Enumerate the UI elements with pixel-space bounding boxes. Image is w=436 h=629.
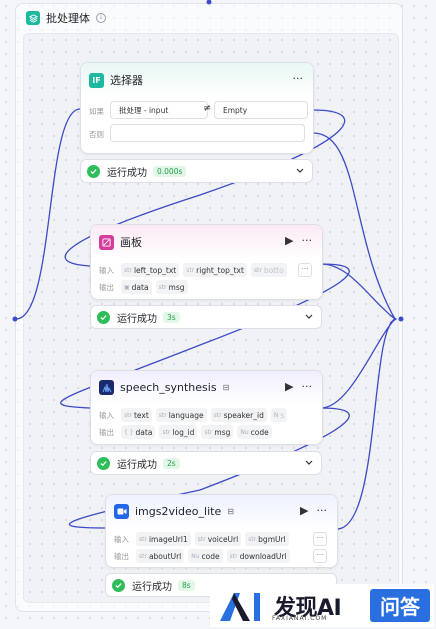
input-label: 输入 <box>99 265 114 275</box>
chevron-down-icon[interactable] <box>295 165 305 175</box>
status-text: 运行成功 <box>132 581 172 593</box>
video-camera-icon <box>114 504 129 519</box>
status-time: 3s <box>163 311 180 323</box>
input-param: Ns <box>270 408 288 422</box>
output-param: { } data <box>121 425 156 439</box>
output-param: str downloadUrl <box>226 549 290 563</box>
status-text: 运行成功 <box>117 313 157 325</box>
edge-speech-to-end <box>320 318 396 409</box>
success-check-icon <box>112 578 125 592</box>
status-time: 0.000s <box>153 165 187 177</box>
play-icon[interactable]: ▶ <box>285 380 293 393</box>
imgs2video-node[interactable]: imgs2video_lite ⊟ ▶ ··· 输入 str imageUrl1 … <box>105 494 338 568</box>
output-param: str log_id <box>159 425 198 439</box>
canvas-icon <box>99 234 114 250</box>
success-check-icon <box>97 456 110 470</box>
success-check-icon <box>97 310 110 324</box>
status-time: 8s <box>178 579 195 591</box>
right-operand-field[interactable]: Empty <box>214 101 308 119</box>
condition-status-bar[interactable]: 运行成功 0.000s <box>80 159 313 183</box>
left-operand-value: 批处理 - input <box>119 105 169 115</box>
image-icon: ▣ <box>124 283 130 291</box>
speech-synthesis-node[interactable]: speech_synthesis ⊟ ▶ ··· 输入 str text str l… <box>90 370 323 445</box>
input-param: str text <box>121 408 152 422</box>
output-label: 输出 <box>99 282 114 292</box>
output-label: 输出 <box>114 551 129 561</box>
waveform-icon <box>99 380 114 395</box>
operator-not-equal[interactable]: ≠ <box>203 103 211 114</box>
edge-start-to-condition <box>15 108 81 320</box>
more-icon[interactable]: ··· <box>302 234 313 247</box>
node-title: 选择器 <box>110 74 143 87</box>
if-icon: IF <box>89 72 104 88</box>
more-icon[interactable]: ··· <box>302 380 313 393</box>
output-param: str msg <box>201 425 234 439</box>
watermark-logo: 发现AI FAXIANAI.COM 问答 <box>210 584 434 627</box>
status-time: 2s <box>163 457 180 469</box>
edge-video-to-end <box>336 318 396 530</box>
input-param: str speaker_id <box>210 408 267 422</box>
play-icon[interactable]: ▶ <box>300 504 308 517</box>
success-check-icon <box>87 164 100 178</box>
brand-logo-icon <box>220 592 260 621</box>
output-param: str msg <box>155 280 188 294</box>
if-label: 如果 <box>89 107 104 116</box>
output-param: str aboutUrl <box>136 549 185 563</box>
canvas-node[interactable]: 画板 ▶ ··· 输入 str left_top_txt str right_top… <box>90 224 323 300</box>
input-param: str bgmUrl <box>245 532 289 546</box>
more-icon[interactable]: ··· <box>317 504 328 517</box>
more-params-button[interactable]: ··· <box>298 263 312 277</box>
right-operand-value: Empty <box>223 105 248 115</box>
output-label: 输出 <box>99 427 114 437</box>
speech-status-bar[interactable]: 运行成功 2s <box>90 451 322 475</box>
more-params-button[interactable]: ··· <box>313 549 327 563</box>
status-text: 运行成功 <box>117 459 157 471</box>
output-param: ▣ data <box>121 280 152 294</box>
edge-canvas-to-end <box>320 263 396 320</box>
input-param: str botto <box>250 263 287 277</box>
status-text: 运行成功 <box>107 167 147 179</box>
input-param: str voiceUrl <box>194 532 242 546</box>
left-operand-field[interactable]: 批处理 - input <box>110 101 208 119</box>
more-icon[interactable]: ··· <box>293 72 304 85</box>
plugin-icon: ⊟ <box>222 383 230 392</box>
else-field[interactable] <box>110 124 305 142</box>
else-label: 否则 <box>89 130 104 139</box>
brand-domain: FAXIANAI.COM <box>272 615 328 622</box>
plugin-icon: ⊟ <box>227 507 234 516</box>
node-title: 画板 <box>120 236 142 249</box>
play-icon[interactable]: ▶ <box>285 234 293 247</box>
node-title: imgs2video_lite <box>135 505 222 518</box>
input-label: 输入 <box>114 534 129 544</box>
node-title: speech_synthesis <box>120 381 217 394</box>
input-param: str imageUrl1 <box>136 532 191 546</box>
condition-node[interactable]: IF 选择器 ··· 如果 批处理 - input ≠ Empty 否则 <box>80 62 314 154</box>
canvas-status-bar[interactable]: 运行成功 3s <box>90 305 322 329</box>
more-params-button[interactable]: ··· <box>313 532 327 546</box>
output-param: Nu code <box>237 425 272 439</box>
qa-button[interactable]: 问答 <box>370 589 430 622</box>
output-param: Nu code <box>188 549 223 563</box>
chevron-down-icon[interactable] <box>304 457 314 467</box>
input-param: str left_top_txt <box>121 263 180 277</box>
input-param: str language <box>155 408 207 422</box>
chevron-down-icon[interactable] <box>304 311 314 321</box>
input-label: 输入 <box>99 410 114 420</box>
input-param: str right_top_txt <box>183 263 247 277</box>
